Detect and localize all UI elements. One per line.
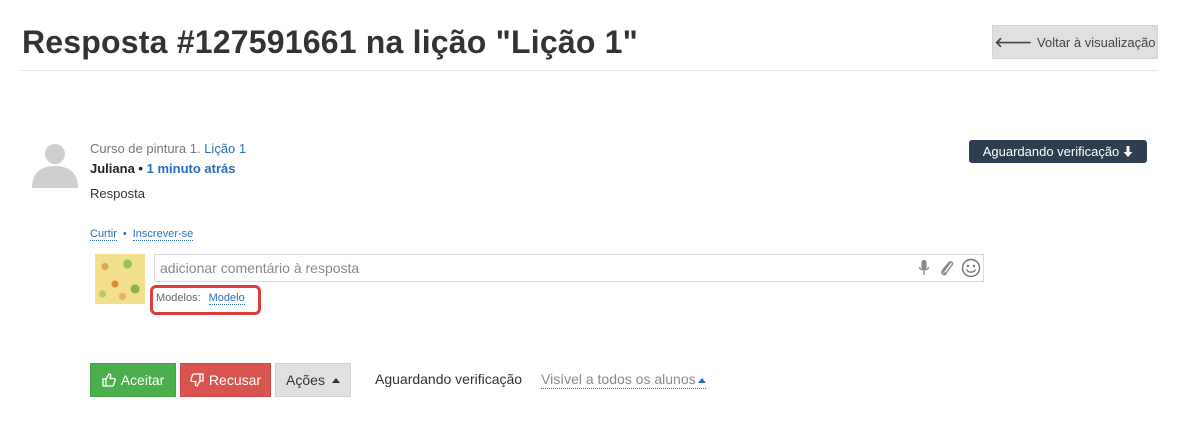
page-title: Resposta #127591661 na lição "Lição 1" [22, 24, 639, 60]
caret-up-icon [331, 377, 340, 383]
answer-actions: Curtir • Inscrever-se [90, 228, 194, 241]
author-separator: • [138, 161, 143, 176]
commenter-avatar [95, 254, 145, 304]
actions-menu-button[interactable]: Ações [275, 363, 351, 397]
microphone-icon[interactable] [918, 259, 930, 277]
reject-label: Recusar [208, 372, 262, 388]
course-breadcrumb: Curso de pintura 1. Lição 1 [90, 141, 246, 156]
emoji-icon[interactable] [961, 258, 981, 278]
status-badge[interactable]: Aguardando verificação [969, 140, 1147, 163]
reject-button[interactable]: Recusar [180, 363, 271, 397]
status-badge-label: Aguardando verificação [982, 144, 1120, 159]
user-avatar-icon [32, 144, 78, 188]
back-to-view-button[interactable]: 🡐 Voltar à visualização [992, 25, 1158, 59]
comment-input[interactable] [160, 255, 900, 281]
comment-box [154, 254, 984, 282]
author-line: Juliana • 1 minuto atrás [90, 161, 235, 176]
answer-time[interactable]: 1 minuto atrás [147, 161, 236, 176]
paperclip-icon[interactable] [939, 259, 955, 277]
lesson-link[interactable]: Lição 1 [204, 141, 246, 156]
templates-row: Modelos: Modelo [156, 292, 245, 305]
back-button-label: Voltar à visualização [1037, 34, 1156, 50]
subscribe-link[interactable]: Inscrever-se [132, 228, 194, 241]
templates-label: Modelos: [156, 292, 201, 304]
caret-up-icon [697, 377, 706, 383]
thumbs-down-icon [190, 373, 204, 387]
answer-text: Resposta [90, 186, 145, 201]
actions-menu-label: Ações [286, 372, 325, 388]
status-text: Aguardando verificação [375, 371, 523, 387]
visibility-selector[interactable]: Visível a todos os alunos [541, 371, 706, 389]
thumbs-up-icon [102, 373, 116, 387]
actions-separator: • [122, 228, 127, 240]
arrow-left-icon: 🡐 [994, 33, 1033, 50]
course-name: Curso de pintura 1. [90, 141, 201, 156]
template-link[interactable]: Modelo [208, 292, 245, 305]
like-link[interactable]: Curtir [90, 228, 117, 241]
visibility-label: Visível a todos os alunos [541, 371, 696, 387]
accept-button[interactable]: Aceitar [90, 363, 176, 397]
author-name[interactable]: Juliana [90, 161, 135, 176]
arrow-down-icon [1123, 145, 1133, 157]
accept-label: Aceitar [120, 372, 165, 388]
header-divider [20, 70, 1158, 71]
